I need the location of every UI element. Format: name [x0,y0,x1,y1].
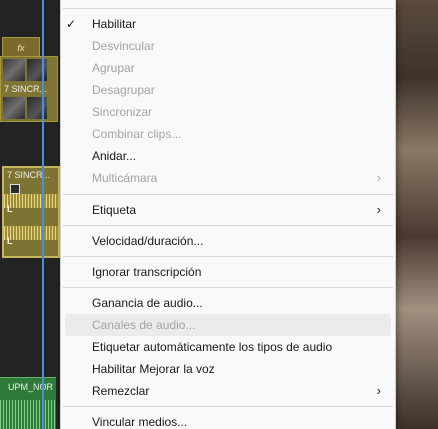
menu-item-label: Agrupar [92,61,135,75]
menu-item-label: Habilitar Mejorar la voz [92,362,215,376]
chevron-right-icon: › [376,170,381,185]
menu-item-label: Ignorar transcripción [92,265,202,279]
menu-item-desvincular[interactable]: Desvincular [61,35,395,57]
menu-item-label: Multicámara [92,171,158,185]
menu-item-label: Velocidad/duración... [92,234,204,248]
menu-item-label: Desagrupar [92,83,155,97]
menu-item-combinar-clips[interactable]: Combinar clips... [61,123,395,145]
menu-item-label: Vincular medios... [92,415,188,429]
menu-item-label: Ganancia de audio... [92,296,203,310]
video-clip-name: 7 SINCR... [4,84,48,94]
chevron-right-icon: › [376,383,381,398]
menu-item-multicamara[interactable]: Multicámara › [61,167,395,189]
menu-item-canales-de-audio[interactable]: Canales de audio... [65,314,391,336]
menu-item-mejorar-la-voz[interactable]: Habilitar Mejorar la voz [61,358,395,380]
clip-thumbnail [27,97,47,119]
menu-item-ganancia-de-audio[interactable]: Ganancia de audio... [61,292,395,314]
audio-channel-label: L [7,204,13,214]
menu-separator [63,256,393,257]
menu-item-etiqueta[interactable]: Etiqueta › [61,199,395,221]
menu-separator [63,194,393,195]
menu-separator [63,8,393,9]
menu-item-habilitar[interactable]: ✓ Habilitar [61,13,395,35]
audio-channel-label: L [7,236,13,246]
clip-thumbnail [3,97,25,119]
menu-separator [63,406,393,407]
menu-item-velocidad-duracion[interactable]: Velocidad/duración... [61,230,395,252]
menu-item-label: Habilitar [92,17,137,31]
menu-item-ignorar-transcripcion[interactable]: Ignorar transcripción [61,261,395,283]
menu-item-label: Combinar clips... [92,127,182,141]
menu-item-agrupar[interactable]: Agrupar [61,57,395,79]
menu-item-label: Sincronizar [92,105,153,119]
menu-item-etiquetar-tipos-de-audio[interactable]: Etiquetar automáticamente los tipos de a… [61,336,395,358]
menu-item-label: Anidar... [92,149,137,163]
menu-item-label: Etiqueta [92,203,137,217]
video-clip[interactable]: 7 SINCR... [0,56,58,122]
menu-item-label: Remezclar [92,384,150,398]
menu-item-vincular-medios[interactable]: Vincular medios... [61,411,395,429]
timeline-panel: fx 7 SINCR... 7 SINCR... L L UPM_NOR [0,0,60,429]
menu-item-label: Desvincular [92,39,155,53]
audio-waveform [0,400,56,429]
audio-clip[interactable]: 7 SINCR... L L [2,166,60,258]
clip-context-menu: ✓ Habilitar Desvincular Agrupar Desagrup… [60,0,396,429]
chevron-right-icon: › [376,202,381,217]
clip-fx-icon [10,184,20,194]
menu-item-anidar[interactable]: Anidar... [61,145,395,167]
menu-item-desagrupar[interactable]: Desagrupar [61,79,395,101]
music-clip-name: UPM_NOR [8,382,54,392]
menu-item-label: Etiquetar automáticamente los tipos de a… [92,340,333,354]
menu-item-label: Canales de audio... [92,318,196,332]
menu-item-sincronizar[interactable]: Sincronizar [61,101,395,123]
clip-thumbnail [3,59,25,81]
menu-separator [63,225,393,226]
playhead[interactable] [42,0,44,429]
fx-label: fx [17,43,25,53]
program-monitor-preview [394,0,438,429]
music-clip[interactable]: UPM_NOR [0,377,56,429]
menu-separator [63,287,393,288]
menu-item-remezclar[interactable]: Remezclar › [61,380,395,402]
checkmark-icon: ✓ [66,17,77,31]
clip-thumbnail [27,59,47,81]
